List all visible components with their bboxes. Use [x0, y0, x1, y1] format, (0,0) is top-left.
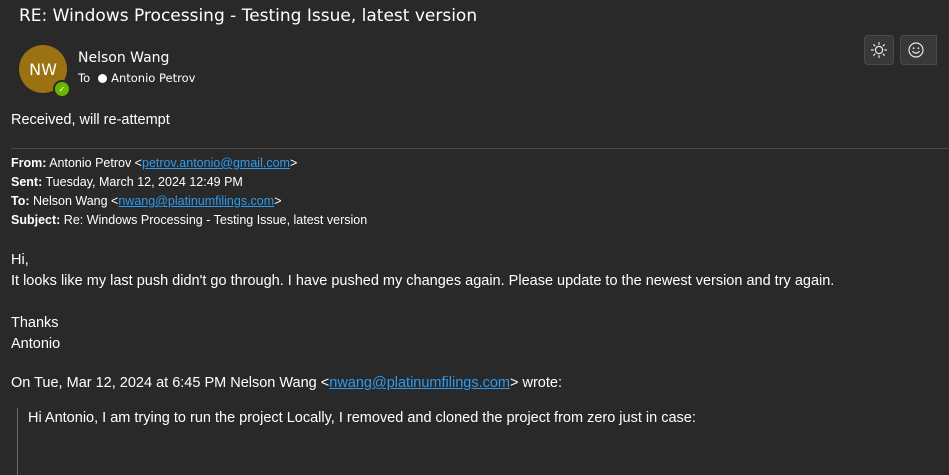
smiley-icon	[908, 42, 924, 58]
subject-value: Re: Windows Processing - Testing Issue, …	[63, 213, 368, 227]
sender-name[interactable]: Nelson Wang	[78, 50, 169, 66]
from-line: From: Antonio Petrov <petrov.antonio@gma…	[11, 154, 367, 173]
signature: Antonio	[11, 336, 61, 352]
recipient-name[interactable]: Antonio Petrov	[111, 71, 195, 85]
sun-icon	[870, 41, 888, 59]
attribution-prefix: On Tue, Mar 12, 2024 at 6:45 PM Nelson W…	[11, 375, 330, 391]
toggle-light-background-button[interactable]	[864, 35, 894, 65]
sent-label: Sent:	[11, 175, 43, 189]
react-button[interactable]	[900, 35, 937, 65]
to-name: Nelson Wang <	[33, 194, 119, 208]
attribution-suffix: > wrote:	[510, 375, 562, 391]
from-email-link[interactable]: petrov.antonio@gmail.com	[142, 156, 290, 170]
reply-body: Received, will re-attempt	[11, 110, 949, 131]
subject-line: Subject: Re: Windows Processing - Testin…	[11, 211, 367, 230]
email-subject: RE: Windows Processing - Testing Issue, …	[19, 6, 478, 26]
recipients-row: To Antonio Petrov	[78, 71, 195, 85]
subject-label: Subject:	[11, 213, 61, 227]
forwarded-header: From: Antonio Petrov <petrov.antonio@gma…	[11, 154, 367, 230]
from-close: >	[289, 156, 298, 170]
sent-value: Tuesday, March 12, 2024 12:49 PM	[45, 175, 243, 189]
quoted-message: Hi Antonio, I am trying to run the proje…	[17, 408, 949, 475]
to-close: >	[274, 194, 282, 208]
to-label: To	[78, 71, 91, 85]
from-label: From:	[11, 156, 47, 170]
to-line: To: Nelson Wang <nwang@platinumfilings.c…	[11, 192, 367, 211]
to-email-link[interactable]: nwang@platinumfilings.com	[118, 194, 274, 208]
greeting: Hi,	[11, 252, 29, 268]
thanks: Thanks	[11, 315, 59, 331]
from-name: Antonio Petrov <	[49, 156, 142, 170]
email-reading-pane: RE: Windows Processing - Testing Issue, …	[0, 0, 949, 475]
reply-divider	[11, 148, 949, 149]
quoted-text: Hi Antonio, I am trying to run the proje…	[28, 410, 696, 426]
sent-line: Sent: Tuesday, March 12, 2024 12:49 PM	[11, 173, 367, 192]
reply-text: Received, will re-attempt	[11, 112, 170, 128]
recipient-status-icon	[98, 73, 108, 83]
quote-attribution: On Tue, Mar 12, 2024 at 6:45 PM Nelson W…	[11, 373, 562, 394]
avatar-initials: NW	[29, 59, 57, 79]
message-line: It looks like my last push didn't go thr…	[11, 273, 835, 289]
presence-available-icon: ✓	[53, 80, 71, 98]
message-body: Hi, It looks like my last push didn't go…	[11, 250, 834, 355]
message-actions	[864, 35, 937, 65]
attribution-email-link[interactable]: nwang@platinumfilings.com	[329, 375, 510, 391]
to-header-label: To:	[11, 194, 30, 208]
